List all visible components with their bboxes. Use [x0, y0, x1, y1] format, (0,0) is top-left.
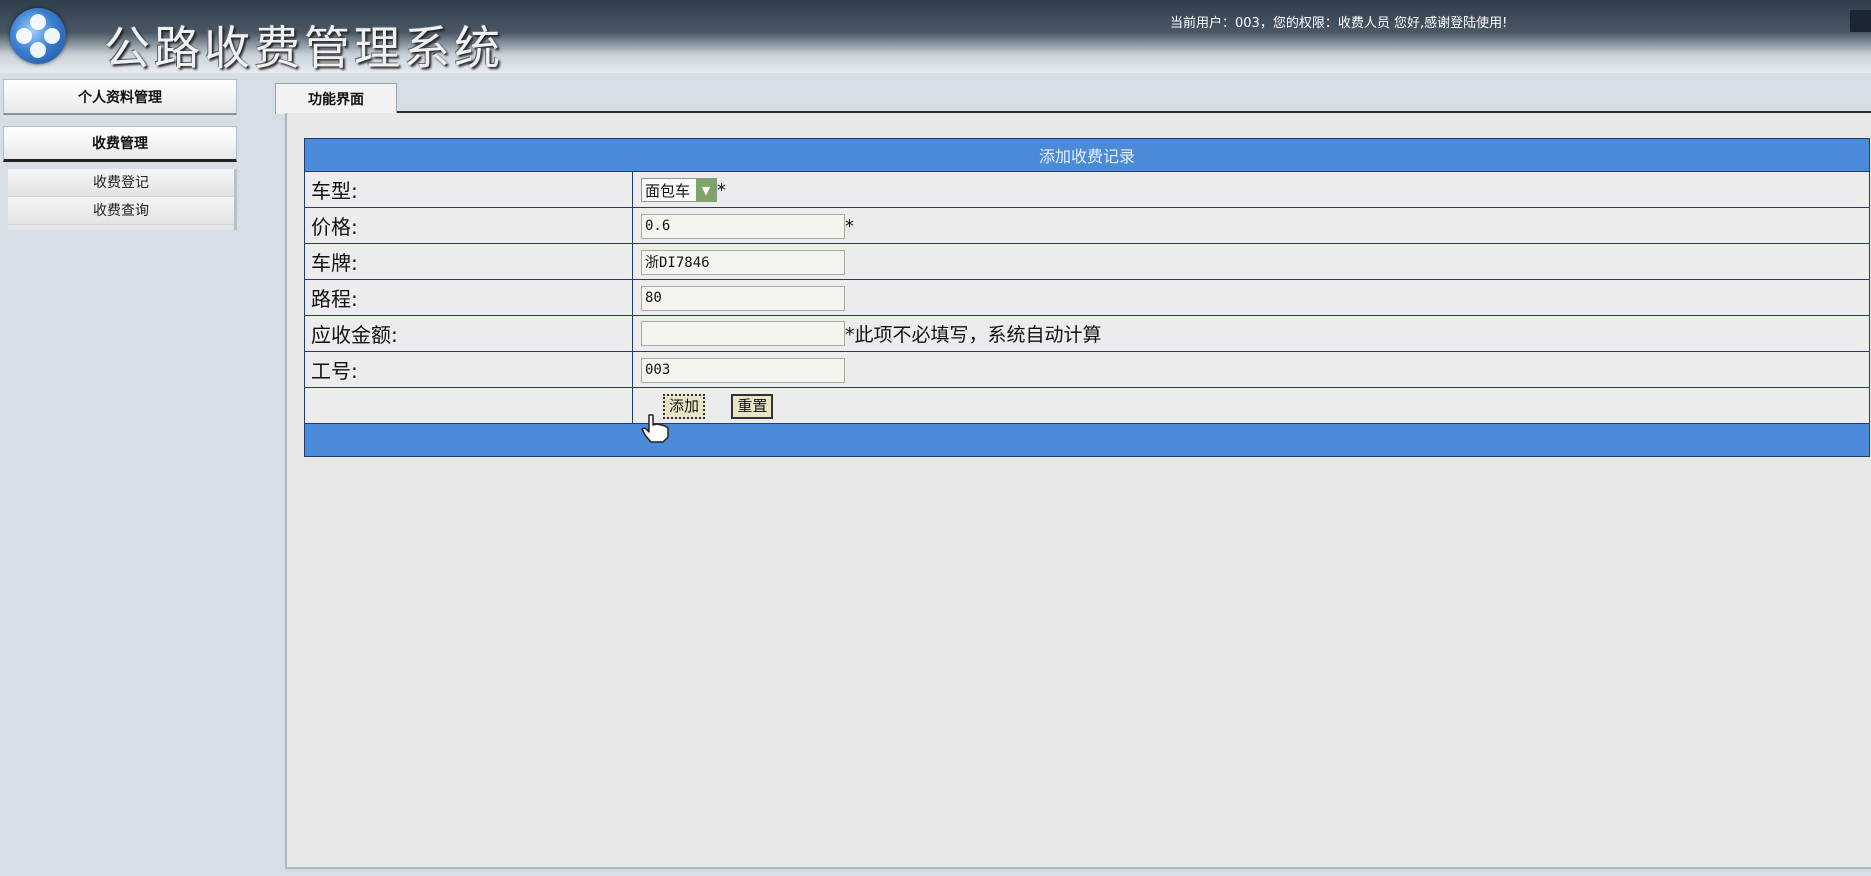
- plate-input[interactable]: [641, 249, 845, 275]
- form-row-actions: 添加 重置: [304, 387, 1870, 424]
- user-info: 当前用户：003，您的权限：收费人员 您好,感谢登陆使用!: [1170, 16, 1508, 31]
- distance-label: 路程:: [304, 279, 633, 316]
- app-header: 公路收费管理系统 当前用户：003，您的权限：收费人员 您好,感谢登陆使用!: [0, 0, 1871, 75]
- form-row-distance: 路程:: [304, 279, 1870, 316]
- employee-id-label: 工号:: [304, 351, 633, 388]
- price-input[interactable]: [641, 213, 845, 239]
- required-mark: *: [845, 215, 854, 237]
- app-title: 公路收费管理系统: [104, 21, 504, 75]
- amount-due-input[interactable]: [641, 321, 845, 346]
- tab-function[interactable]: 功能界面: [275, 83, 397, 114]
- sidebar-group-label: 收费管理: [92, 136, 148, 152]
- distance-input[interactable]: [641, 285, 845, 311]
- chevron-down-icon[interactable]: ▼: [696, 179, 717, 202]
- price-label: 价格:: [304, 207, 633, 244]
- plate-label: 车牌:: [304, 243, 633, 280]
- vehicle-type-select[interactable]: 面包车 ▼: [641, 178, 718, 203]
- form-row-plate: 车牌:: [304, 243, 1870, 280]
- vehicle-type-label: 车型:: [304, 171, 633, 208]
- reset-button[interactable]: 重置: [731, 393, 774, 419]
- charge-submenu: 收费登记 收费查询: [8, 169, 237, 230]
- logo-icon: [10, 8, 66, 64]
- amount-due-label: 应收金额:: [304, 315, 633, 352]
- main-panel: 添加收费记录 车型: 面包车 ▼ * 价格: * 车牌: 路程:: [285, 113, 1871, 869]
- sidebar-item-charge-register[interactable]: 收费登记: [8, 169, 234, 197]
- hand-cursor-icon: [641, 414, 669, 443]
- sidebar-group-charge[interactable]: 收费管理: [3, 126, 237, 162]
- required-mark: *: [717, 179, 727, 201]
- form-row-amount-due: 应收金额: *此项不必填写，系统自动计算: [304, 315, 1870, 352]
- form-row-vehicle-type: 车型: 面包车 ▼ *: [304, 171, 1870, 208]
- form-title: 添加收费记录: [304, 138, 1870, 172]
- vehicle-type-selected-value: 面包车: [645, 181, 691, 200]
- amount-due-hint: *此项不必填写，系统自动计算: [845, 324, 1102, 346]
- actions-empty-cell: [304, 387, 633, 424]
- sidebar: 个人资料管理 收费管理 收费登记 收费查询: [0, 73, 240, 876]
- form-row-price: 价格: *: [304, 207, 1870, 244]
- header-edge-button[interactable]: [1850, 10, 1871, 32]
- form-footer: [304, 423, 1870, 457]
- tab-bar: 功能界面: [275, 83, 1871, 114]
- form-row-employee-id: 工号:: [304, 351, 1870, 388]
- sidebar-group-profile[interactable]: 个人资料管理: [3, 79, 237, 115]
- sidebar-item-charge-query[interactable]: 收费查询: [8, 197, 234, 225]
- add-charge-form: 添加收费记录 车型: 面包车 ▼ * 价格: * 车牌: 路程:: [304, 138, 1870, 457]
- employee-id-input[interactable]: [641, 357, 845, 383]
- sidebar-group-label: 个人资料管理: [78, 89, 162, 106]
